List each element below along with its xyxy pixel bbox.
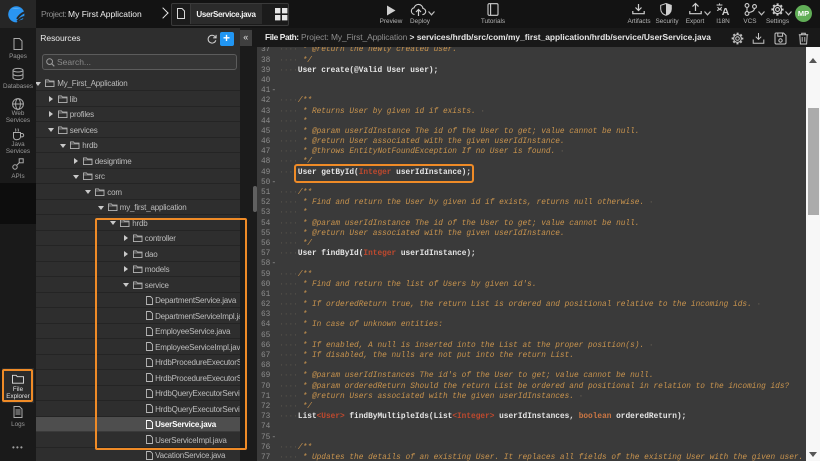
svg-text:A: A <box>722 6 730 18</box>
